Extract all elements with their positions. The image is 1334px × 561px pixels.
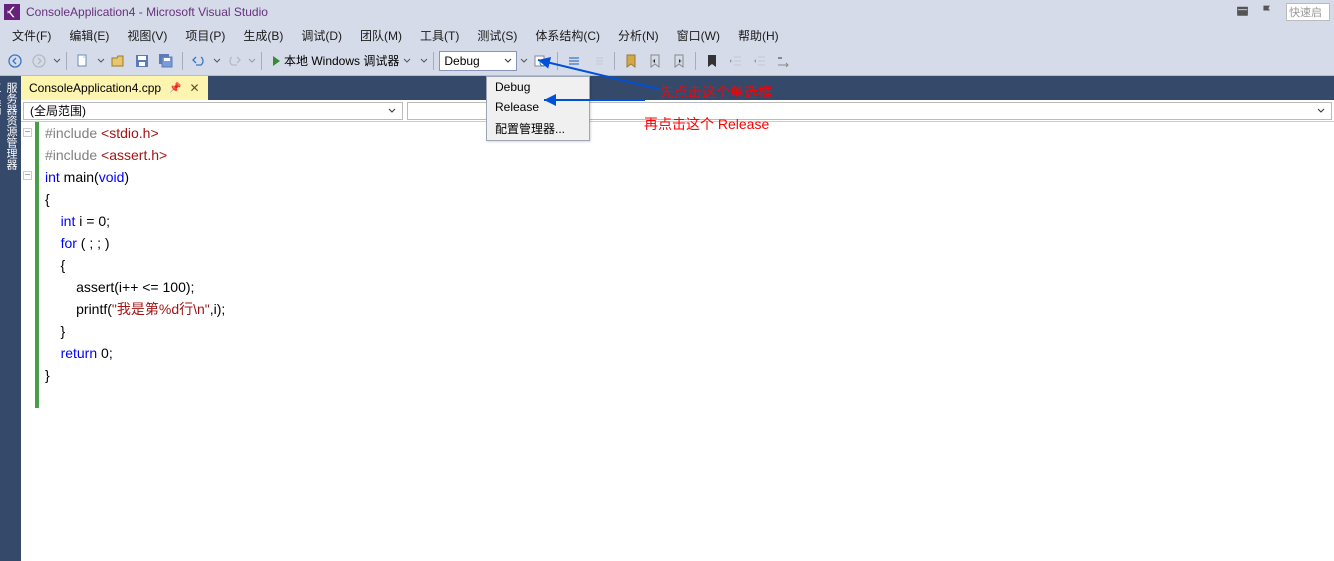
scope-bar: (全局范围) xyxy=(21,100,1334,122)
flag-icon[interactable] xyxy=(1261,4,1274,20)
menu-debug[interactable]: 调试(D) xyxy=(293,25,350,46)
menu-analyze[interactable]: 分析(N) xyxy=(610,25,667,46)
menu-window[interactable]: 窗口(W) xyxy=(669,25,728,46)
menu-edit[interactable]: 编辑(E) xyxy=(61,25,117,46)
code-editor[interactable]: − − #include <stdio.h> #include <assert.… xyxy=(21,122,1334,561)
side-panel-tabs: 服务器资源管理器 工具箱 xyxy=(0,76,21,561)
chevron-down-icon xyxy=(388,104,396,118)
notification-icon[interactable] xyxy=(1236,4,1249,20)
config-selected-label: Debug xyxy=(444,54,479,68)
code-lines: #include <stdio.h> #include <assert.h> i… xyxy=(39,122,225,561)
bookmark-next-button[interactable] xyxy=(668,50,690,72)
outline-margin: − − xyxy=(21,122,35,561)
menu-project[interactable]: 项目(P) xyxy=(177,25,233,46)
new-dropdown[interactable] xyxy=(96,57,105,65)
chevron-down-icon xyxy=(504,54,512,68)
undo-button[interactable] xyxy=(188,50,210,72)
file-tab-name: ConsoleApplication4.cpp xyxy=(29,81,161,95)
menu-test[interactable]: 测试(S) xyxy=(469,25,525,46)
main-area: 服务器资源管理器 工具箱 ConsoleApplication4.cpp 📌 ✕… xyxy=(0,76,1334,561)
menu-view[interactable]: 视图(V) xyxy=(119,25,175,46)
file-tab-active[interactable]: ConsoleApplication4.cpp 📌 ✕ xyxy=(21,76,208,100)
menu-arch[interactable]: 体系结构(C) xyxy=(527,25,608,46)
fold-marker[interactable]: − xyxy=(23,171,32,180)
window-title: ConsoleApplication4 - Microsoft Visual S… xyxy=(26,5,268,19)
save-all-button[interactable] xyxy=(155,50,177,72)
scope-select-left[interactable]: (全局范围) xyxy=(23,102,403,120)
config-option-release[interactable]: Release xyxy=(487,97,589,117)
vs-logo-icon xyxy=(4,4,20,20)
nav-forward-button[interactable] xyxy=(28,50,50,72)
new-file-button[interactable] xyxy=(72,50,94,72)
run-dropdown[interactable] xyxy=(419,57,428,65)
redo-button[interactable] xyxy=(223,50,245,72)
config-dropdown-menu: Debug Release 配置管理器... xyxy=(486,76,590,141)
solid-bookmark-icon[interactable] xyxy=(701,50,723,72)
find-in-files-button[interactable] xyxy=(530,50,552,72)
menu-tools[interactable]: 工具(T) xyxy=(412,25,467,46)
nav-dropdown[interactable] xyxy=(52,57,61,65)
menu-file[interactable]: 文件(F) xyxy=(4,25,59,46)
config-option-debug[interactable]: Debug xyxy=(487,77,589,97)
menu-build[interactable]: 生成(B) xyxy=(235,25,291,46)
config-option-manager[interactable]: 配置管理器... xyxy=(487,117,589,140)
bookmark-prev-button[interactable] xyxy=(644,50,666,72)
toolbar: 本地 Windows 调试器 Debug xyxy=(0,46,1334,76)
title-bar: ConsoleApplication4 - Microsoft Visual S… xyxy=(0,0,1334,24)
fold-marker[interactable]: − xyxy=(23,128,32,137)
save-button[interactable] xyxy=(131,50,153,72)
pin-icon[interactable]: 📌 xyxy=(169,83,181,94)
start-debug-button[interactable]: 本地 Windows 调试器 xyxy=(267,50,417,71)
nav-back-button[interactable] xyxy=(4,50,26,72)
config-extra-dropdown[interactable] xyxy=(519,57,528,65)
run-label: 本地 Windows 调试器 xyxy=(284,52,399,69)
toolbar-options-button[interactable] xyxy=(773,50,795,72)
editor-zone: ConsoleApplication4.cpp 📌 ✕ (全局范围) − − xyxy=(21,76,1334,561)
comment-button[interactable] xyxy=(563,50,585,72)
outdent-button[interactable] xyxy=(749,50,771,72)
play-icon xyxy=(273,56,280,66)
tab-strip: ConsoleApplication4.cpp 📌 ✕ xyxy=(21,76,1334,100)
uncomment-button[interactable] xyxy=(587,50,609,72)
open-file-button[interactable] xyxy=(107,50,129,72)
undo-dropdown[interactable] xyxy=(212,57,221,65)
menu-team[interactable]: 团队(M) xyxy=(352,25,410,46)
menu-help[interactable]: 帮助(H) xyxy=(730,25,787,46)
redo-dropdown[interactable] xyxy=(247,57,256,65)
bookmark-toggle-button[interactable] xyxy=(620,50,642,72)
side-tab-server-explorer[interactable]: 服务器资源管理器 xyxy=(3,80,19,551)
chevron-down-icon xyxy=(1317,104,1325,118)
config-select[interactable]: Debug xyxy=(439,51,517,71)
close-icon[interactable]: ✕ xyxy=(190,81,200,95)
scope-label: (全局范围) xyxy=(30,102,86,119)
indent-button[interactable] xyxy=(725,50,747,72)
menu-bar: 文件(F) 编辑(E) 视图(V) 项目(P) 生成(B) 调试(D) 团队(M… xyxy=(0,24,1334,46)
quick-launch-input[interactable]: 快速启 xyxy=(1286,3,1330,21)
